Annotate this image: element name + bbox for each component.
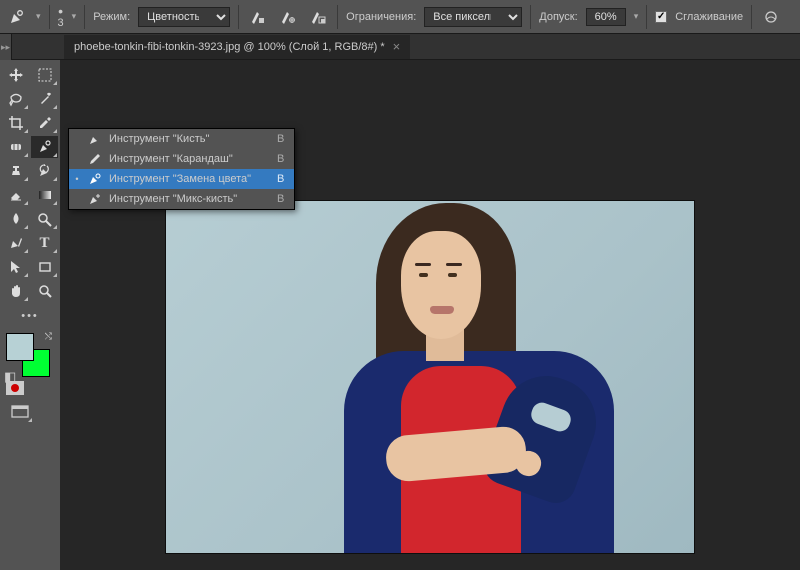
foreground-color-swatch[interactable] [6,333,34,361]
document-tab-bar: phoebe-tonkin-fibi-tonkin-3923.jpg @ 100… [0,34,800,60]
flyout-shortcut: B [257,153,284,165]
tablet-pressure-icon[interactable] [760,6,782,28]
tolerance-label: Допуск: [539,11,577,23]
marquee-tool[interactable] [31,64,58,86]
options-bar: ▾ • 3 ▾ Режим: Цветность Ограничения: Вс… [0,0,800,34]
color-replacement-icon [87,172,103,186]
history-brush-tool[interactable] [31,160,58,182]
edit-toolbar-icon[interactable]: ••• [2,305,58,327]
blur-tool[interactable] [2,208,29,230]
brush-icon [87,132,103,146]
document-canvas[interactable] [165,200,695,554]
sampling-continuous-icon[interactable] [247,6,269,28]
tools-panel: T ••• ⤭ ◧ [0,60,60,570]
flyout-shortcut: B [257,193,284,205]
brush-chevron-icon[interactable]: ▾ [72,11,77,22]
document-title: phoebe-tonkin-fibi-tonkin-3923.jpg @ 100… [74,41,385,53]
shape-tool[interactable] [31,256,58,278]
tolerance-input[interactable] [586,8,626,26]
healing-brush-tool[interactable] [2,136,29,158]
antialias-label: Сглаживание [675,11,743,23]
crop-tool[interactable] [2,112,29,134]
dodge-tool[interactable] [31,208,58,230]
gradient-tool[interactable] [31,184,58,206]
document-tab[interactable]: phoebe-tonkin-fibi-tonkin-3923.jpg @ 100… [64,35,410,59]
clone-stamp-tool[interactable] [2,160,29,182]
type-tool[interactable]: T [31,232,58,254]
tool-chevron-icon[interactable]: ▾ [36,11,41,22]
flyout-item-mixer-brush[interactable]: Инструмент "Микс-кисть" B [69,189,294,209]
zoom-tool[interactable] [31,280,58,302]
brush-tool[interactable] [31,136,58,158]
panel-collapse-gutter[interactable]: ▸▸ [0,34,12,60]
screen-mode-icon[interactable] [6,401,33,423]
mixer-brush-icon [87,192,103,206]
brush-tool-flyout: Инструмент "Кисть" B Инструмент "Каранда… [68,128,295,210]
move-tool[interactable] [2,64,29,86]
eraser-tool[interactable] [2,184,29,206]
mode-label: Режим: [93,11,130,23]
flyout-item-pencil[interactable]: Инструмент "Карандаш" B [69,149,294,169]
hand-tool[interactable] [2,280,29,302]
default-colors-icon[interactable]: ◧ [4,369,16,385]
brush-preview[interactable]: • 3 [58,4,64,29]
swap-colors-icon[interactable]: ⤭ [45,331,52,342]
sampling-once-icon[interactable] [277,6,299,28]
flyout-label: Инструмент "Кисть" [109,133,209,145]
pen-tool[interactable] [2,232,29,254]
limits-label: Ограничения: [346,11,416,23]
tolerance-chevron-icon[interactable]: ▾ [634,11,639,22]
magic-wand-tool[interactable] [31,88,58,110]
flyout-label: Инструмент "Карандаш" [109,153,233,165]
mode-select[interactable]: Цветность [138,7,230,27]
brush-size-value: 3 [58,18,64,29]
current-tool-icon[interactable] [6,6,28,28]
flyout-label: Инструмент "Замена цвета" [109,173,251,185]
close-tab-icon[interactable]: × [393,39,401,54]
flyout-shortcut: B [257,173,284,185]
eyedropper-tool[interactable] [31,112,58,134]
pencil-icon [87,152,103,166]
antialias-checkbox[interactable]: ✓ [655,11,667,23]
limits-select[interactable]: Все пиксели [424,7,522,27]
lasso-tool[interactable] [2,88,29,110]
path-selection-tool[interactable] [2,256,29,278]
flyout-label: Инструмент "Микс-кисть" [109,193,237,205]
flyout-shortcut: B [257,133,284,145]
flyout-item-brush[interactable]: Инструмент "Кисть" B [69,129,294,149]
flyout-item-color-replacement[interactable]: • Инструмент "Замена цвета" B [69,169,294,189]
sampling-background-icon[interactable] [307,6,329,28]
color-swatches[interactable]: ⤭ ◧ [6,333,50,377]
